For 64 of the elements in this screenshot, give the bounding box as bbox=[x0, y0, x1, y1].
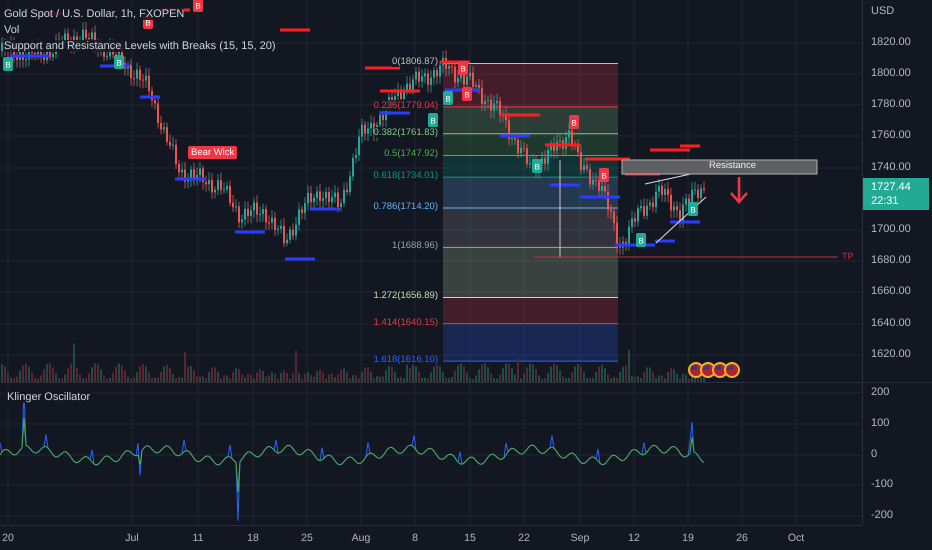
time-tick: Aug bbox=[352, 532, 370, 544]
time-tick: 19 bbox=[682, 532, 694, 544]
indicator-label[interactable]: Support and Resistance Levels with Breaks (15, 15, 20) bbox=[4, 40, 276, 52]
time-tick: 15 bbox=[464, 532, 476, 544]
resistance-label: Resistance bbox=[709, 160, 756, 171]
signal-label: B bbox=[571, 118, 577, 128]
oscillator-tick: -200 bbox=[871, 509, 894, 521]
time-tick: 22 bbox=[518, 532, 530, 544]
time-tick: Sep bbox=[570, 532, 590, 544]
price-tick: 1680.00 bbox=[871, 254, 911, 266]
volume-label[interactable]: Vol bbox=[4, 24, 20, 36]
signal-label: B bbox=[464, 90, 470, 100]
price-tick: 1700.00 bbox=[871, 223, 911, 235]
last-price-value: 1727.44 bbox=[871, 180, 912, 194]
signal-label: B bbox=[460, 64, 466, 74]
signal-label: B bbox=[116, 58, 122, 68]
price-tick: 1820.00 bbox=[871, 36, 911, 48]
signal-label: B bbox=[145, 18, 151, 28]
price-tick: 1800.00 bbox=[871, 67, 911, 79]
fib-level-label: 0.5(1747.92) bbox=[384, 148, 438, 160]
oscillator-title[interactable]: Klinger Oscillator bbox=[5, 391, 92, 403]
signal-label: B bbox=[5, 60, 11, 70]
time-tick: 11 bbox=[192, 532, 204, 544]
signal-label: B bbox=[445, 94, 451, 104]
signal-label: B bbox=[195, 2, 201, 10]
time-tick: 8 bbox=[412, 532, 418, 544]
time-tick: Jul bbox=[125, 532, 139, 544]
fib-level-label: 0(1806.87) bbox=[392, 56, 438, 68]
currency-label: USD bbox=[871, 5, 894, 17]
time-tick: 26 bbox=[736, 532, 748, 544]
down-arrow-icon bbox=[730, 177, 748, 204]
price-tick: 1640.00 bbox=[871, 317, 911, 329]
fib-level-label: 1.272(1656.89) bbox=[374, 290, 438, 302]
time-tick: 20 bbox=[2, 532, 14, 544]
time-tick: Oct bbox=[788, 532, 804, 544]
time-tick: 12 bbox=[628, 532, 640, 544]
oscillator-tick: 100 bbox=[871, 417, 890, 429]
fib-level-label: 0.236(1779.04) bbox=[374, 100, 438, 111]
price-tick: 1780.00 bbox=[871, 98, 911, 110]
time-tick: 25 bbox=[301, 532, 313, 544]
signal-label: B bbox=[534, 162, 540, 172]
symbol-title[interactable]: Gold Spot / U.S. Dollar, 1h, FXOPEN bbox=[4, 8, 184, 20]
bar-countdown: 22:31 bbox=[871, 194, 900, 208]
fib-level-label: 1.414(1640.15) bbox=[374, 316, 438, 328]
price-tick: 1620.00 bbox=[871, 348, 911, 360]
price-tick: 1760.00 bbox=[871, 129, 911, 141]
time-tick: 18 bbox=[247, 532, 259, 544]
oscillator-tick: -100 bbox=[871, 478, 894, 490]
oscillator-tick: 200 bbox=[871, 386, 890, 398]
oscillator-tick: 0 bbox=[871, 448, 878, 460]
fib-level-label: 1(1688.96) bbox=[392, 240, 438, 252]
signal-label: B bbox=[690, 206, 696, 214]
bear-wick-label: Bear Wick bbox=[188, 146, 238, 159]
signal-label: B bbox=[638, 236, 644, 246]
trend-line bbox=[656, 196, 706, 244]
fib-level-label: 0.786(1714.20) bbox=[374, 201, 438, 212]
fib-level-label: 1.618(1616.10) bbox=[374, 354, 438, 366]
price-tick: 1660.00 bbox=[871, 285, 911, 297]
price-tick: 1740.00 bbox=[871, 161, 911, 173]
take-profit-label: TP bbox=[842, 251, 854, 261]
fib-level-label: 0.618(1734.01) bbox=[374, 170, 438, 182]
signal-label: B bbox=[601, 172, 607, 180]
flag-icon[interactable] bbox=[724, 362, 740, 378]
signal-label: B bbox=[430, 116, 436, 126]
